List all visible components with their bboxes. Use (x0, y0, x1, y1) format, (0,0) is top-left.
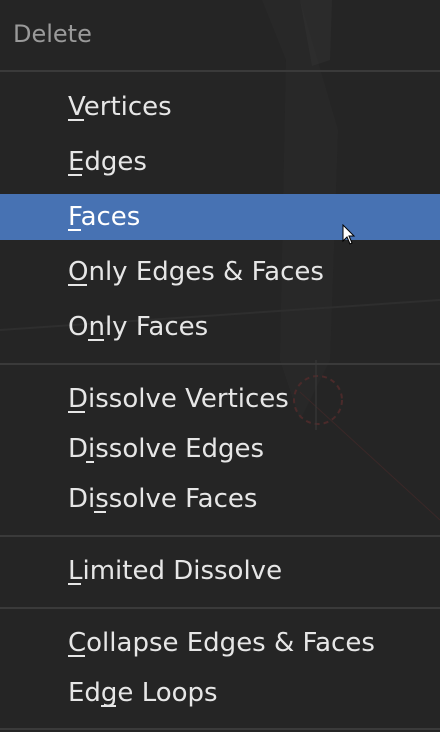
mnemonic-underline (68, 119, 84, 121)
mnemonic-underline (86, 461, 94, 463)
menu-item-vertices[interactable]: Vertices (0, 84, 440, 130)
menu-item-edge-loops[interactable]: Edge Loops (0, 670, 440, 716)
menu-item-label: Limited Dissolve (68, 556, 283, 586)
menu-separator (0, 728, 440, 730)
mnemonic-underline (68, 284, 87, 286)
menu-item-label: Only Faces (68, 312, 209, 342)
menu-item-label: Only Edges & Faces (68, 257, 324, 287)
menu-item-label: Faces (68, 202, 141, 232)
menu-item-limited-dissolve[interactable]: Limited Dissolve (0, 548, 440, 594)
mnemonic-underline (68, 583, 81, 585)
menu-item-label: Dissolve Vertices (68, 384, 289, 414)
mnemonic-underline (94, 511, 106, 513)
mouse-pointer-icon (342, 224, 356, 245)
menu-separator (0, 70, 440, 72)
mnemonic-underline (68, 174, 82, 176)
menu-item-dissolve-edges[interactable]: Dissolve Edges (0, 426, 440, 472)
menu-item-label: Dissolve Faces (68, 484, 258, 514)
mnemonic-underline (101, 705, 116, 707)
menu-item-faces[interactable]: Faces (0, 194, 440, 240)
menu-item-only-faces[interactable]: Only Faces (0, 304, 440, 350)
menu-separator (0, 607, 440, 609)
mnemonic-underline (88, 339, 104, 341)
menu-separator (0, 363, 440, 365)
menu-item-only-edges-faces[interactable]: Only Edges & Faces (0, 249, 440, 295)
menu-item-label: Edges (68, 147, 147, 177)
mnemonic-underline (68, 229, 81, 231)
mnemonic-underline (68, 411, 85, 413)
menu-item-label: Collapse Edges & Faces (68, 628, 375, 658)
menu-item-dissolve-faces[interactable]: Dissolve Faces (0, 476, 440, 522)
menu-item-label: Vertices (68, 92, 172, 122)
menu-item-label: Dissolve Edges (68, 434, 265, 464)
menu-separator (0, 535, 440, 537)
menu-item-dissolve-vertices[interactable]: Dissolve Vertices (0, 376, 440, 422)
mnemonic-underline (68, 655, 85, 657)
menu-item-label: Edge Loops (68, 678, 218, 708)
menu-title: Delete (13, 20, 92, 48)
menu-item-edges[interactable]: Edges (0, 139, 440, 185)
delete-menu: Delete Vertices Edges Faces Only Edges &… (0, 0, 440, 732)
menu-item-collapse-edges-faces[interactable]: Collapse Edges & Faces (0, 620, 440, 666)
